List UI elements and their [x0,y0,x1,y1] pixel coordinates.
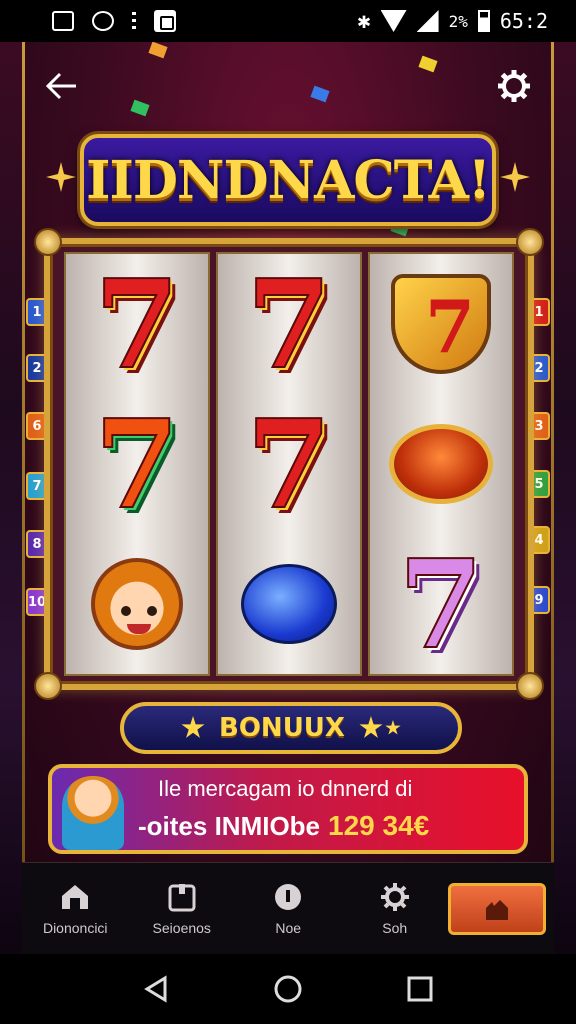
app-square-icon [154,10,176,32]
system-nav-bar [0,954,576,1024]
nav-label: Noe [275,919,302,936]
potion-blue-symbol [229,544,349,664]
star-icon [359,716,383,738]
seven-red-symbol: 7 [246,392,333,536]
system-back-button[interactable] [142,975,170,1003]
banner-line-2: -oites INMIObe 129 34€ [138,810,429,842]
confetti-piece [130,99,150,117]
nav-label: Seioenos [152,919,211,936]
square-recents-icon [407,976,433,1002]
signal-icon [416,10,439,32]
right-frame-line [551,42,554,954]
game-title: IIDNDNACTA! [86,149,491,211]
nav-item-settings[interactable]: Soh [342,882,449,936]
bonus-label: BONUUX [219,713,345,743]
gear-icon [380,882,409,911]
image-notification-icon [52,11,74,31]
game-title-banner: IIDNDNACTA! [80,134,496,226]
title-star-left-icon [46,162,76,192]
banner-line-2-text: -oites INMIObe [138,811,321,841]
confetti-piece [148,42,168,59]
star-icon [385,720,401,735]
frame-corner [34,672,62,700]
nav-label: Soh [382,919,408,936]
gear-icon [498,70,530,102]
triangle-back-icon [144,975,167,1003]
back-button[interactable] [40,64,84,108]
reel-frame: 7 7 7 7 7 [34,228,544,700]
circle-home-icon [274,975,302,1003]
seven-pink-symbol: 7 [398,532,485,676]
banner-line-1: Ile mercagam io dnnerd di [158,776,413,801]
promo-banner[interactable]: Ile mercagam io dnnerd di -oites INMIObe… [48,764,528,854]
seven-red-symbol: 7 [94,252,181,396]
bonus-button[interactable]: BONUUX [120,702,462,754]
right-decoration [554,42,576,954]
nav-cta-button[interactable] [448,882,546,935]
nav-item-wallet[interactable]: Seioenos [129,882,236,936]
left-frame-line [22,42,25,954]
wallet-icon [168,883,196,911]
drum-symbol [381,404,501,524]
character-avatar [62,776,124,850]
nav-item-coin[interactable]: Noe [235,882,342,936]
reel-3[interactable]: 7 [368,252,514,676]
back-arrow-icon [46,72,76,100]
system-recents-button[interactable] [406,975,434,1003]
clock: 65:2 [499,9,548,33]
frame-corner [516,672,544,700]
left-decoration [0,42,22,954]
battery-percent: 2% [448,11,468,31]
bottom-nav: Diononcici Seioenos Noe Soh [22,862,554,954]
title-star-right-icon [500,162,530,192]
more-notifications-icon [132,12,136,30]
seven-red-symbol: 7 [246,252,333,396]
banner-amount: 129 34€ [328,810,430,841]
girl-symbol [77,544,197,664]
nav-label: Diononcici [42,919,108,936]
coin-icon [275,883,302,910]
battery-icon [477,10,490,32]
seven-green-symbol: 7 [94,392,181,536]
slot-game-screen: IIDNDNACTA! 1 2 6 7 8 10 1 2 3 5 4 9 7 7… [0,42,576,954]
confetti-piece [418,55,438,73]
frame-corner [516,228,544,256]
hand-icon [486,899,508,920]
reels: 7 7 7 7 7 [64,252,514,676]
home-icon [62,884,89,909]
frame-corner [34,228,62,256]
status-bar: ✱ 2% 65:2 [0,0,576,42]
app-notification-icon [92,11,114,31]
system-home-button[interactable] [274,975,302,1003]
reel-2[interactable]: 7 7 [216,252,362,676]
reel-1[interactable]: 7 7 [64,252,210,676]
nav-item-home[interactable]: Diononcici [22,882,129,936]
card-shield-symbol [381,264,501,384]
wifi-icon [380,10,407,32]
star-icon [181,716,205,738]
settings-button[interactable] [492,64,536,108]
confetti-piece [310,85,330,103]
bluetooth-icon: ✱ [357,8,371,34]
